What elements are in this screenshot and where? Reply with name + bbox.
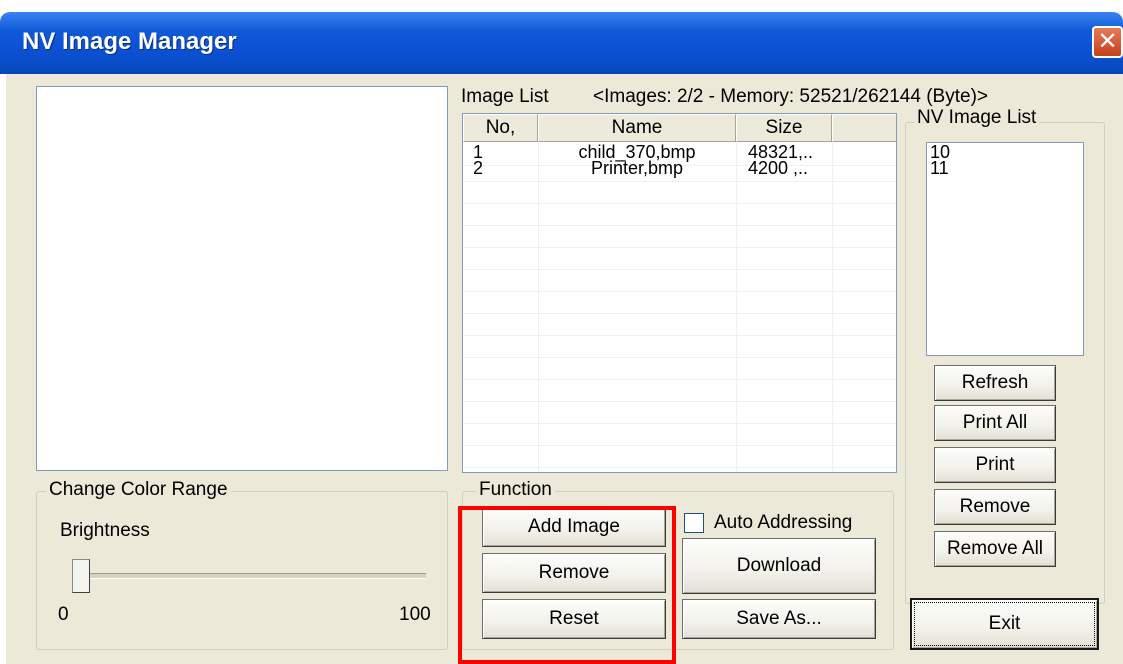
table-row xyxy=(463,292,896,314)
slider-max-label: 100 xyxy=(399,604,431,625)
column-no[interactable]: No, xyxy=(463,114,538,142)
nv-remove-button[interactable]: Remove xyxy=(934,489,1056,525)
column-empty xyxy=(832,114,896,142)
list-header: No, Name Size xyxy=(463,114,896,142)
auto-addressing-label: Auto Addressing xyxy=(714,512,853,533)
slider-min-label: 0 xyxy=(58,604,69,625)
table-row xyxy=(463,182,896,204)
nv-image-listbox[interactable]: 10 11 xyxy=(926,142,1084,356)
brightness-label: Brightness xyxy=(60,520,150,541)
title-bar[interactable]: NV Image Manager ✕ xyxy=(0,12,1123,74)
brightness-slider-thumb[interactable] xyxy=(72,559,90,593)
brightness-slider-track[interactable] xyxy=(76,573,426,579)
table-row xyxy=(463,270,896,292)
remove-all-button[interactable]: Remove All xyxy=(934,531,1056,567)
list-item[interactable]: 10 xyxy=(930,143,1080,161)
color-range-title: Change Color Range xyxy=(46,479,231,501)
image-preview xyxy=(36,86,448,471)
table-row xyxy=(463,424,896,446)
table-row xyxy=(463,358,896,380)
auto-addressing-checkbox[interactable] xyxy=(684,513,704,533)
print-all-button[interactable]: Print All xyxy=(934,405,1056,441)
column-size[interactable]: Size xyxy=(736,114,832,142)
color-range-group xyxy=(36,491,448,650)
row-size: 4200 ,.. xyxy=(748,158,809,178)
table-row xyxy=(463,380,896,402)
print-button[interactable]: Print xyxy=(934,447,1056,483)
exit-button[interactable]: Exit xyxy=(910,598,1099,650)
nv-image-list-title: NV Image List xyxy=(914,107,1040,129)
column-name[interactable]: Name xyxy=(538,114,736,142)
download-button[interactable]: Download xyxy=(682,538,876,594)
table-row xyxy=(463,446,896,468)
table-row xyxy=(463,248,896,270)
save-as-button[interactable]: Save As... xyxy=(682,599,876,639)
close-icon[interactable]: ✕ xyxy=(1092,26,1123,58)
list-item[interactable]: 11 xyxy=(930,159,1080,177)
memory-info: <Images: 2/2 - Memory: 52521/262144 (Byt… xyxy=(593,86,988,107)
table-row xyxy=(463,314,896,336)
table-row xyxy=(463,204,896,226)
function-title: Function xyxy=(476,479,555,501)
table-row[interactable]: 2 Printer,bmp 4200 ,.. xyxy=(463,158,896,182)
highlight-box xyxy=(458,506,676,664)
window-title: NV Image Manager xyxy=(22,28,237,55)
image-list-view[interactable]: No, Name Size 1 child_370,bmp 48321,.. 2… xyxy=(462,113,897,473)
table-row xyxy=(463,226,896,248)
refresh-button[interactable]: Refresh xyxy=(934,365,1056,401)
row-no: 2 xyxy=(473,158,484,178)
table-row xyxy=(463,336,896,358)
table-row xyxy=(463,402,896,424)
image-list-label: Image List xyxy=(461,86,549,107)
row-name: Printer,bmp xyxy=(590,158,684,178)
nv-image-manager-window: NV Image Manager ✕ Image List <Images: 2… xyxy=(0,0,1123,664)
